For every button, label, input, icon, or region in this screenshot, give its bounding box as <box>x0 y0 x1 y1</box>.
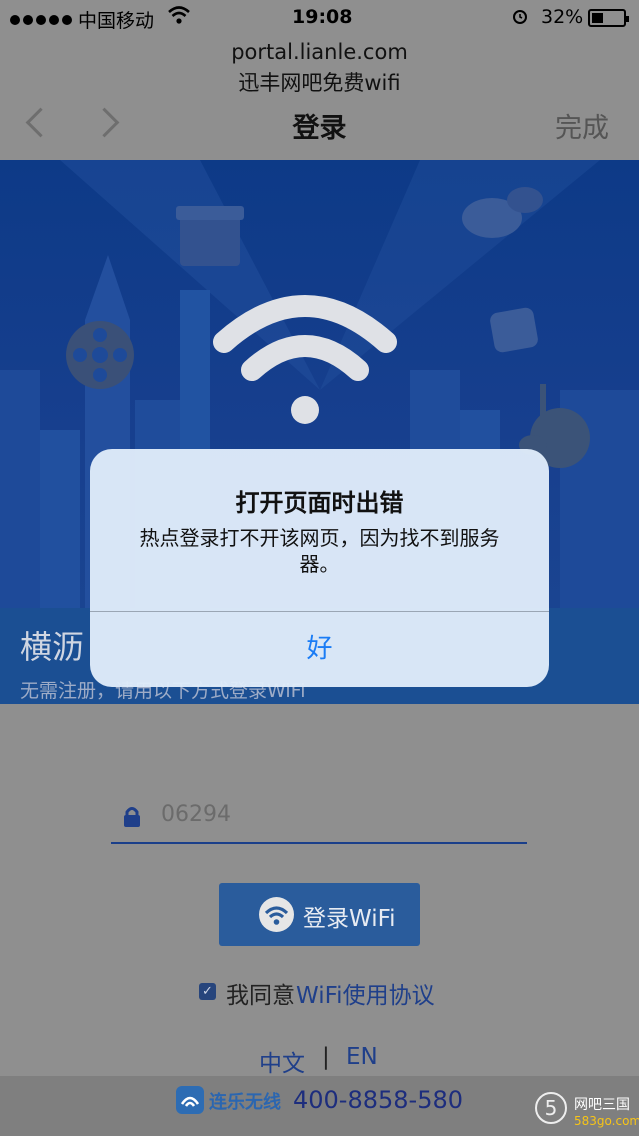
venue-name: 横沥 <box>20 628 85 666</box>
nav-bar: 登录 完成 <box>0 100 639 148</box>
lang-chinese-link[interactable]: 中文 <box>259 1044 305 1078</box>
error-alert-dialog: 打开页面时出错 热点登录打不开该网页，因为找不到服务器。 好 <box>90 449 549 687</box>
page-url: portal.lianle.com <box>231 40 408 64</box>
watermark-name: 网吧三国 <box>574 1097 630 1113</box>
input-underline <box>111 842 527 844</box>
login-wifi-button[interactable]: 登录WiFi <box>219 883 420 946</box>
watermark-logo: 5 <box>535 1092 567 1124</box>
alarm-icon <box>513 10 527 24</box>
alert-ok-button[interactable]: 好 <box>90 612 549 687</box>
agree-checkbox[interactable]: ✓ <box>199 983 216 1000</box>
brand-name: 连乐无线 <box>209 1092 281 1113</box>
clock: 19:08 <box>292 6 353 28</box>
access-code-input[interactable]: 06294 <box>161 802 231 827</box>
dice-icon <box>490 307 538 353</box>
gift-icon <box>180 216 240 266</box>
brand-logo-icon <box>176 1086 204 1114</box>
lang-english-link[interactable]: EN <box>346 1044 378 1070</box>
alert-message: 热点登录打不开该网页，因为找不到服务器。 <box>139 526 500 576</box>
agreement-link[interactable]: WiFi使用协议 <box>296 976 435 1010</box>
wifi-button-icon <box>259 897 294 932</box>
agree-text: 我同意 <box>226 983 295 1009</box>
carrier-name: 中国移动 <box>78 10 155 32</box>
wifi-dot <box>291 396 319 424</box>
battery-percent: 32% <box>541 6 584 28</box>
nav-title: 登录 <box>292 113 347 144</box>
login-button-label: 登录WiFi <box>303 906 396 932</box>
support-phone[interactable]: 400-8858-580 <box>293 1086 463 1114</box>
watermark-url: 583go.com <box>574 1114 639 1128</box>
alert-title: 打开页面时出错 <box>235 489 404 517</box>
battery-icon <box>588 9 629 27</box>
wifi-icon <box>168 6 190 24</box>
lock-icon <box>124 807 140 827</box>
done-button[interactable]: 完成 <box>555 106 609 145</box>
status-bar: 中国移动 19:08 32% <box>0 0 639 36</box>
signal-strength-icon <box>10 8 75 30</box>
page-title: 迅丰网吧免费wifi <box>238 71 401 95</box>
film-reel-icon <box>66 321 134 389</box>
lang-separator: | <box>322 1044 330 1070</box>
